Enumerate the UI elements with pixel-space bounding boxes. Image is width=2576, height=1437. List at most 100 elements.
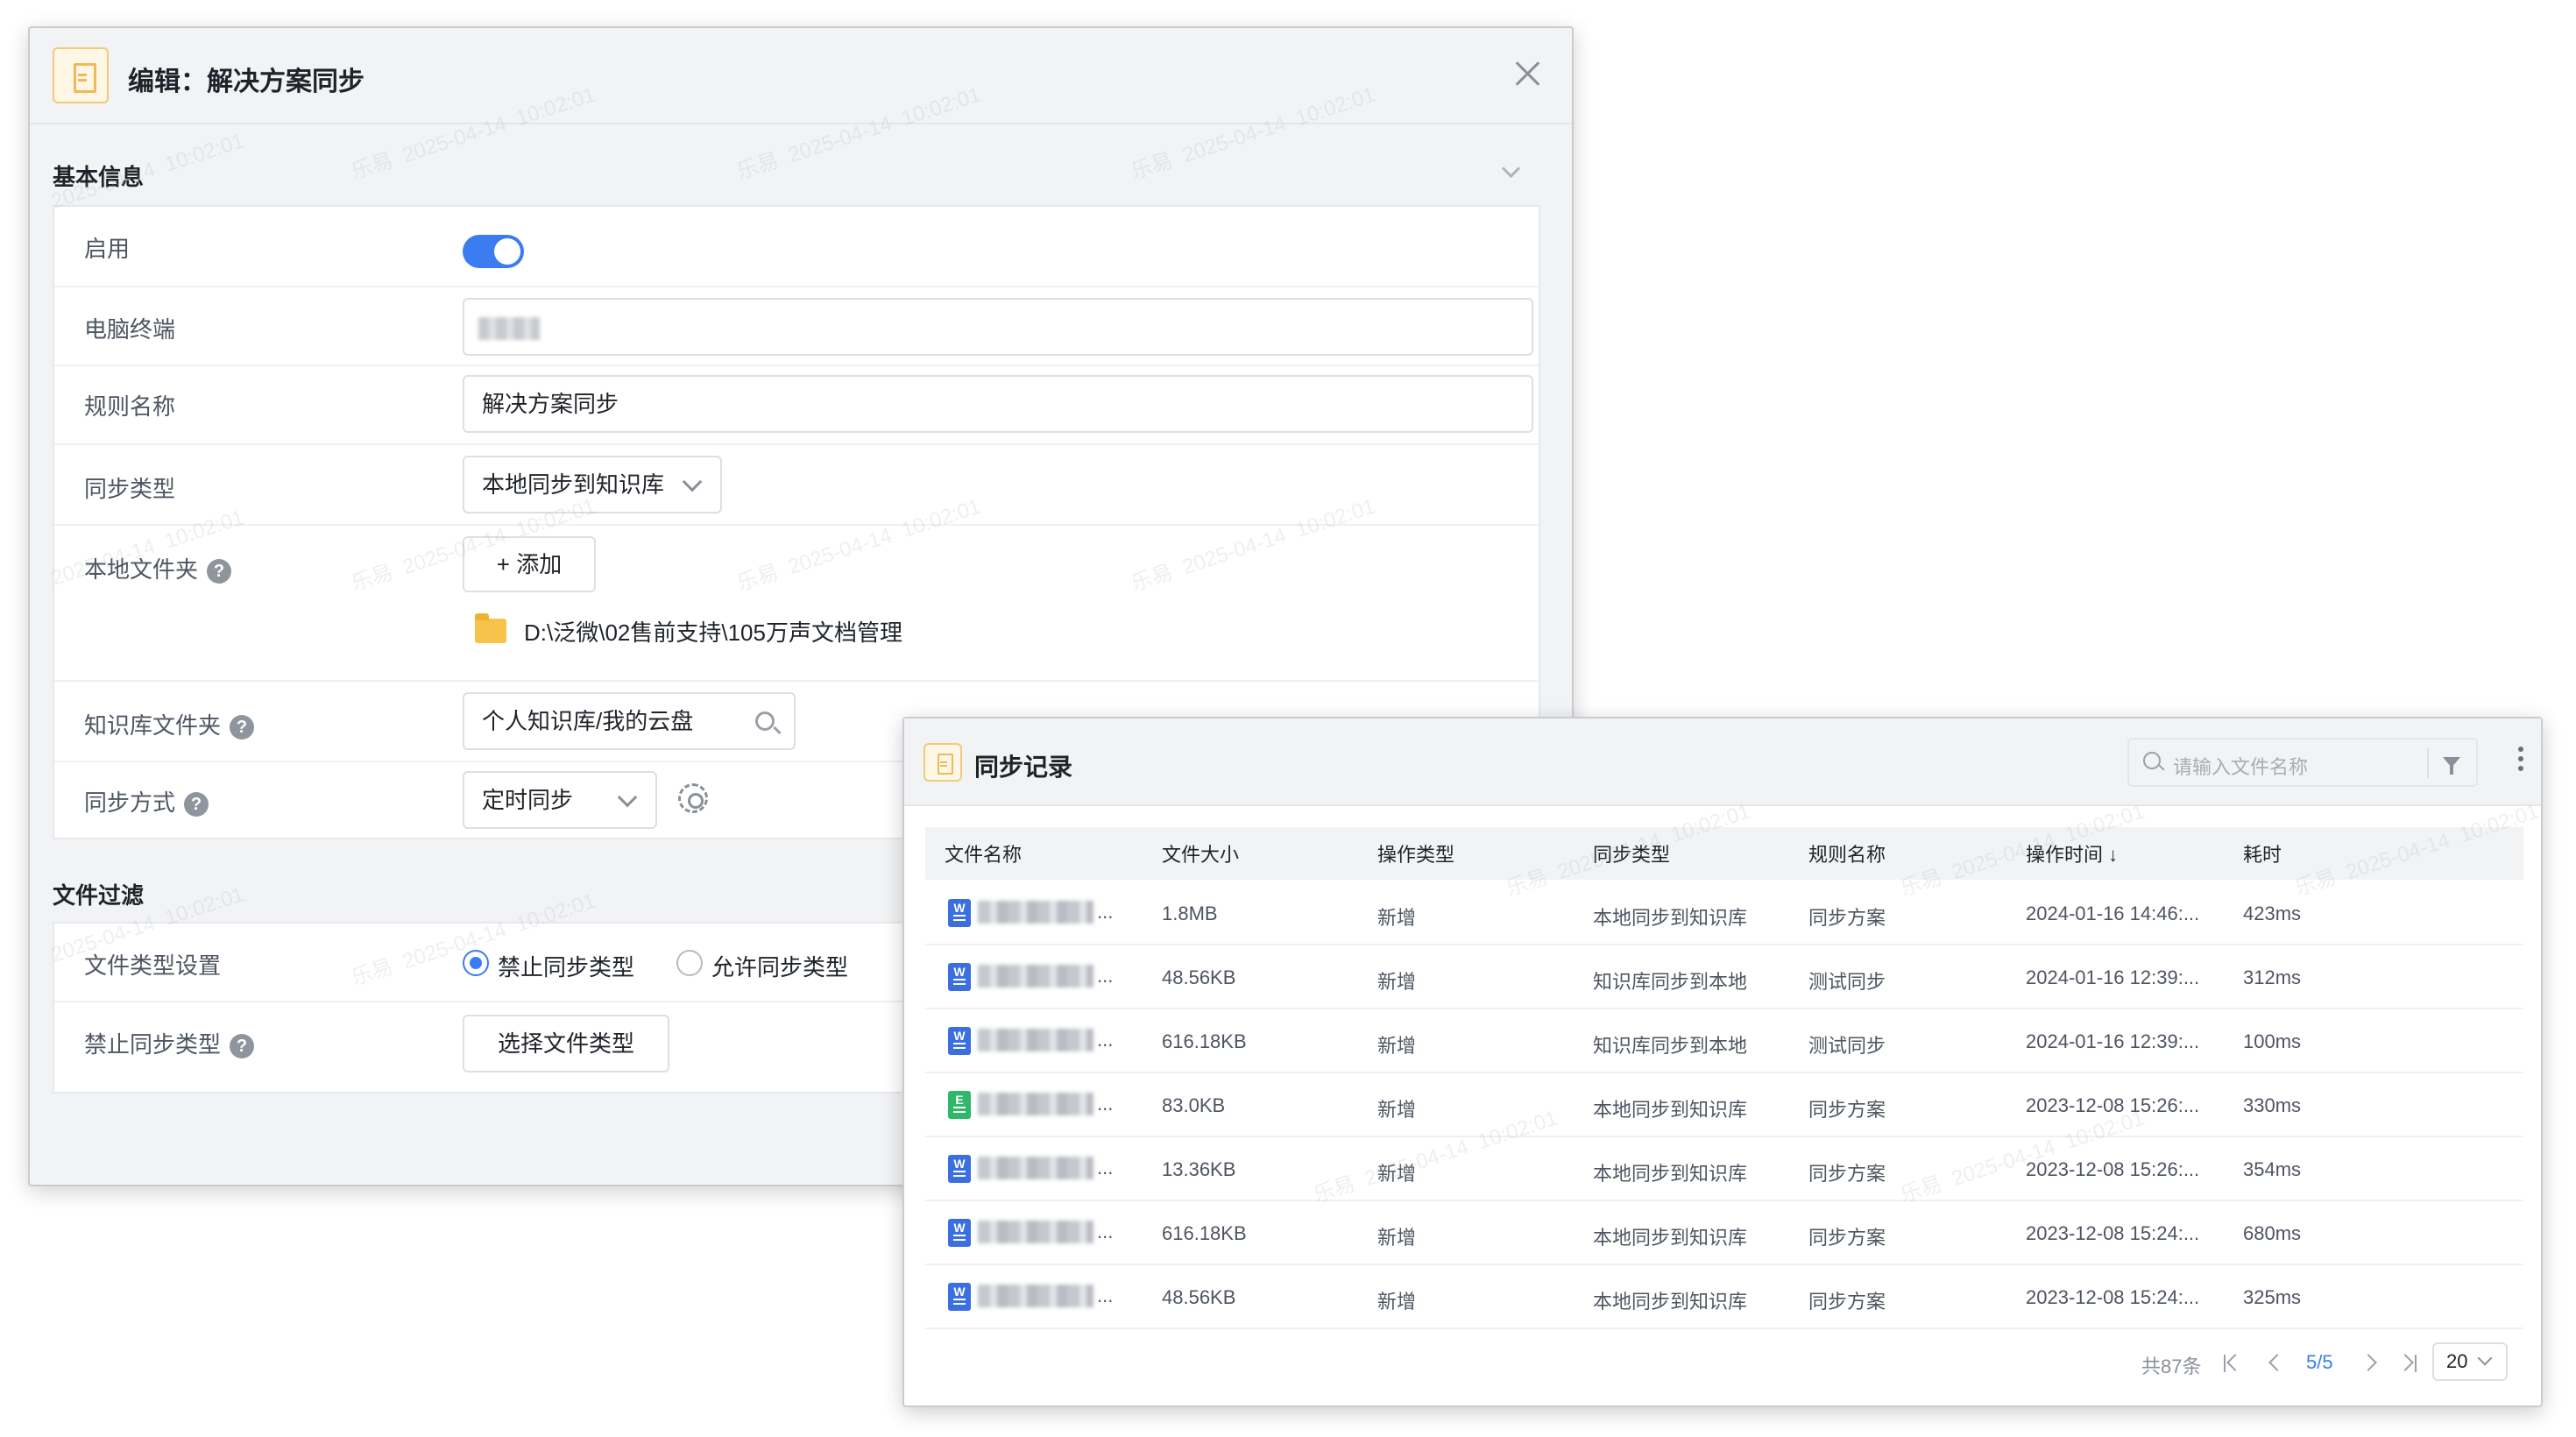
table-row[interactable]: W... 48.56KB 新增 知识库同步到本地 测试同步 2024-01-16 12:3… xyxy=(925,945,2523,1009)
next-page-icon[interactable] xyxy=(2360,1354,2377,1371)
help-icon[interactable]: ? xyxy=(207,559,232,584)
terminal-field[interactable] xyxy=(463,298,1533,356)
file-name-ellipsis: ... xyxy=(1097,1029,1114,1051)
page-size-value: 20 xyxy=(2446,1350,2468,1372)
page-size-select[interactable]: 20 xyxy=(2432,1342,2508,1381)
cell-rule: 测试同步 xyxy=(1808,971,1886,993)
help-icon[interactable]: ? xyxy=(230,1034,255,1059)
file-name-blurred xyxy=(978,965,1093,987)
cell-size: 13.36KB xyxy=(1162,1158,1236,1180)
table-row[interactable]: E... 83.0KB 新增 本地同步到知识库 同步方案 2023-12-08 15:26… xyxy=(925,1073,2523,1137)
dialog-title: 编辑：解决方案同步 xyxy=(128,67,364,96)
first-page-icon[interactable] xyxy=(2224,1355,2226,1372)
table-row[interactable]: W... 616.18KB 新增 知识库同步到本地 测试同步 2024-01-16 12:… xyxy=(925,1009,2523,1073)
word-file-icon: W xyxy=(948,1219,971,1247)
local-folder-label: 本地文件夹 xyxy=(84,556,199,583)
choose-file-types-button[interactable]: 选择文件类型 xyxy=(463,1015,669,1072)
cell-sync: 本地同步到知识库 xyxy=(1593,1163,1748,1185)
sync-type-select[interactable]: 本地同步到知识库 xyxy=(463,456,722,513)
more-vertical-icon[interactable] xyxy=(2518,747,2523,752)
table-row[interactable]: W... 48.56KB 新增 本地同步到知识库 同步方案 2023-12-08 15:2… xyxy=(925,1265,2523,1329)
search-icon xyxy=(2143,752,2161,769)
folder-icon xyxy=(475,613,506,643)
cell-sync: 本地同步到知识库 xyxy=(1593,1227,1748,1249)
table-row[interactable]: W... 13.36KB 新增 本地同步到知识库 同步方案 2023-12-08 15:2… xyxy=(925,1137,2523,1201)
chevron-down-icon xyxy=(2477,1350,2493,1366)
help-icon[interactable]: ? xyxy=(230,715,255,740)
cell-rule: 同步方案 xyxy=(1808,1163,1886,1185)
document-icon xyxy=(924,743,962,782)
column-header[interactable]: 文件大小 xyxy=(1162,839,1239,867)
cell-cost: 325ms xyxy=(2243,1286,2302,1308)
table-row[interactable]: W... 616.18KB 新增 本地同步到知识库 同步方案 2023-12-08 15:… xyxy=(925,1201,2523,1265)
block-types-label: 禁止同步类型 xyxy=(84,1031,222,1058)
cell-time: 2023-12-08 15:26:... xyxy=(2026,1094,2200,1116)
rule-name-label: 规则名称 xyxy=(84,393,176,420)
local-folder-path: D:\泛微\02售前支持\105万声文档管理 xyxy=(524,619,902,646)
records-title: 同步记录 xyxy=(974,754,1073,781)
kb-folder-field[interactable]: 个人知识库/我的云盘 xyxy=(463,692,796,750)
radio-block-types[interactable] xyxy=(463,950,489,976)
column-header[interactable]: 规则名称 xyxy=(1808,839,1886,867)
file-name-ellipsis: ... xyxy=(1097,1157,1114,1179)
chevron-down-icon xyxy=(682,471,703,492)
cell-sync: 知识库同步到本地 xyxy=(1593,971,1748,993)
file-name-blurred xyxy=(978,901,1093,924)
add-folder-button[interactable]: + 添加 xyxy=(463,536,596,592)
cell-cost: 100ms xyxy=(2243,1030,2302,1052)
section-title-filter: 文件过滤 xyxy=(53,882,145,909)
sync-mode-label-wrap: 同步方式? xyxy=(84,785,209,818)
cell-time: 2024-01-16 12:39:... xyxy=(2026,966,2200,988)
radio-allow-types[interactable] xyxy=(676,950,703,976)
cell-time: 2024-01-16 12:39:... xyxy=(2026,1030,2200,1052)
cell-op: 新增 xyxy=(1377,1163,1417,1185)
close-icon[interactable] xyxy=(1514,60,1540,86)
enable-toggle[interactable] xyxy=(463,235,524,268)
records-search[interactable]: 请输入文件名称 xyxy=(2127,738,2478,787)
help-icon[interactable]: ? xyxy=(184,792,209,818)
cell-rule: 测试同步 xyxy=(1808,1035,1886,1057)
file-name-blurred xyxy=(978,1029,1093,1051)
column-header[interactable]: 耗时 xyxy=(2243,839,2282,867)
row-rule-name: 规则名称 解决方案同步 xyxy=(54,366,1539,445)
collapse-chevron-icon[interactable] xyxy=(1498,159,1523,184)
file-type-label: 文件类型设置 xyxy=(84,952,222,979)
local-folder-label-wrap: 本地文件夹? xyxy=(84,552,232,584)
row-sync-type: 同步类型 本地同步到知识库 xyxy=(54,445,1539,526)
enable-label: 启用 xyxy=(84,236,131,262)
radio-allow-label: 允许同步类型 xyxy=(711,954,849,980)
cell-time: 2023-12-08 15:24:... xyxy=(2026,1222,2200,1244)
radio-block-label: 禁止同步类型 xyxy=(498,954,635,980)
last-page-icon[interactable] xyxy=(2415,1355,2417,1372)
prev-page-icon[interactable] xyxy=(2268,1354,2286,1371)
search-icon[interactable] xyxy=(755,711,775,731)
cell-cost: 423ms xyxy=(2243,903,2302,924)
terminal-label: 电脑终端 xyxy=(84,316,176,343)
table-row[interactable]: W... 1.8MB 新增 本地同步到知识库 同步方案 2024-01-16 14:46:… xyxy=(925,881,2523,945)
cell-rule: 同步方案 xyxy=(1808,1291,1886,1313)
dialog-header: 编辑：解决方案同步 xyxy=(30,28,1572,124)
last-page-chevron-icon[interactable] xyxy=(2396,1354,2414,1371)
sync-mode-select[interactable]: 定时同步 xyxy=(463,771,657,829)
cell-op: 新增 xyxy=(1377,907,1417,929)
kb-folder-value: 个人知识库/我的云盘 xyxy=(482,708,694,734)
column-header[interactable]: 操作时间 ↓ xyxy=(2026,839,2118,867)
file-name-ellipsis: ... xyxy=(1097,1285,1114,1306)
search-placeholder: 请输入文件名称 xyxy=(2173,756,2309,778)
column-header[interactable]: 操作类型 xyxy=(1377,839,1454,867)
first-page-chevron-icon[interactable] xyxy=(2226,1354,2244,1371)
cell-time: 2023-12-08 15:24:... xyxy=(2026,1286,2200,1308)
gear-icon[interactable] xyxy=(678,783,708,813)
column-header[interactable]: 同步类型 xyxy=(1593,839,1670,867)
chevron-down-icon xyxy=(617,787,638,808)
file-name-ellipsis: ... xyxy=(1097,1093,1114,1115)
document-icon xyxy=(53,47,109,103)
sync-type-value: 本地同步到知识库 xyxy=(482,471,665,498)
rule-name-field[interactable]: 解决方案同步 xyxy=(463,375,1533,433)
filter-icon[interactable] xyxy=(2443,757,2460,775)
word-file-icon: W xyxy=(948,899,971,927)
cell-sync: 本地同步到知识库 xyxy=(1593,1099,1748,1121)
file-name-ellipsis: ... xyxy=(1097,965,1114,987)
cell-rule: 同步方案 xyxy=(1808,1227,1886,1249)
column-header[interactable]: 文件名称 xyxy=(945,839,1022,867)
